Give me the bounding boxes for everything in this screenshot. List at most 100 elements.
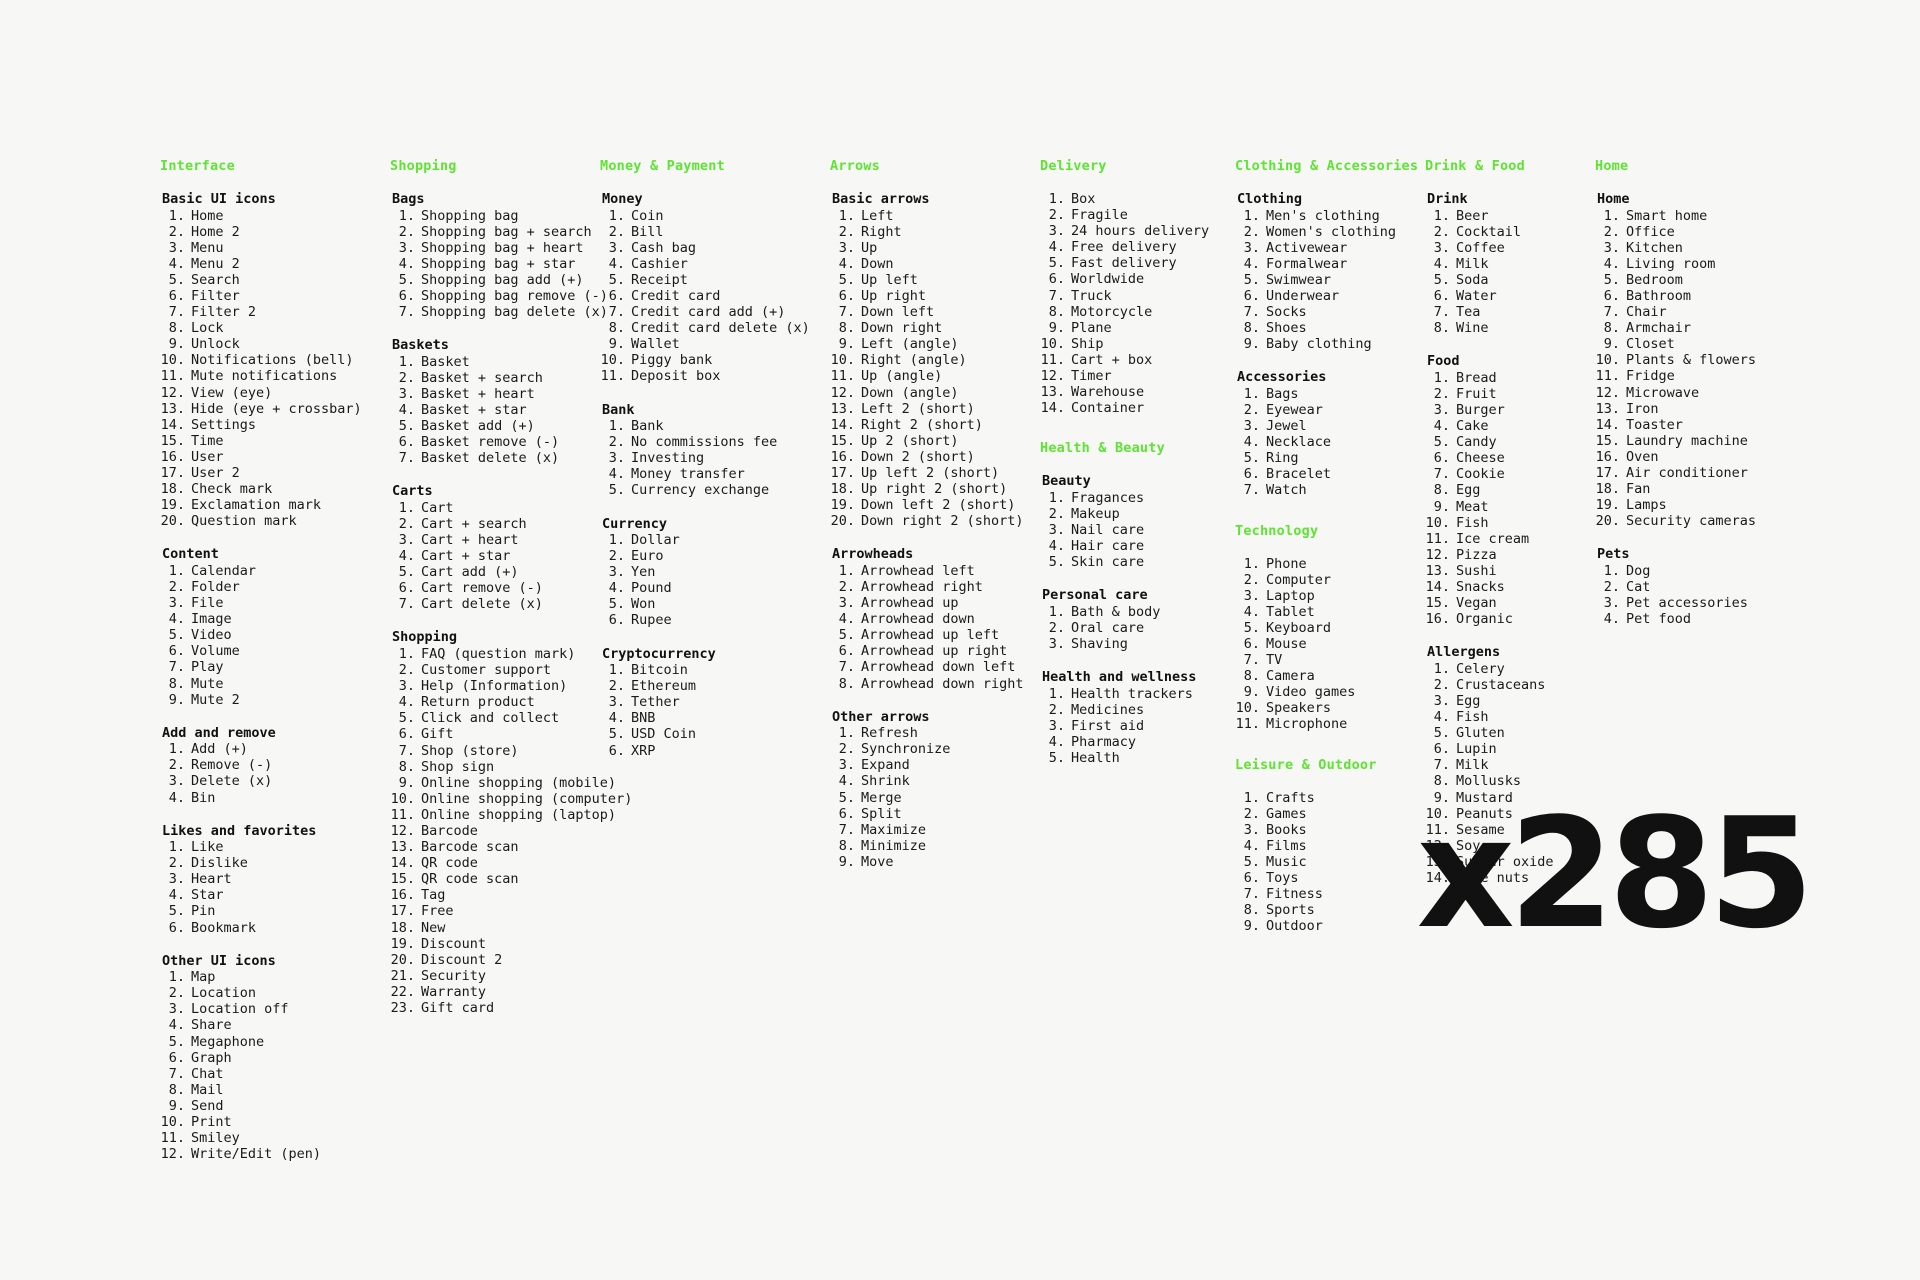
list-item: 6. Bookmark bbox=[160, 920, 390, 936]
list-item: 21. Security bbox=[390, 968, 600, 984]
category-title: Money & Payment bbox=[600, 158, 725, 174]
list-item-label: User 2 bbox=[191, 465, 240, 481]
list-item: 1. Crafts bbox=[1235, 790, 1425, 806]
group: Other arrows 1. Refresh 2. Synchronize 3. Expa… bbox=[830, 709, 1040, 870]
icon-list: 1. Coin 2. Bill 3. Cash bag 4. Cashier 5. Receipt… bbox=[600, 208, 830, 385]
list-item: 3. Nail care bbox=[1040, 522, 1235, 538]
icon-list: 1. Men's clothing 2. Women's clothing 3. Acti… bbox=[1235, 208, 1425, 353]
list-item-number: 4. bbox=[1048, 239, 1065, 256]
list-item-number: 6. bbox=[398, 434, 415, 451]
list-item: 2. Folder bbox=[160, 579, 390, 595]
list-item-number: 6. bbox=[168, 1049, 185, 1066]
list-item: 14. QR code bbox=[390, 855, 600, 871]
list-item: 6. Volume bbox=[160, 643, 390, 659]
list-item: 3. Cash bag bbox=[600, 240, 830, 256]
list-item: 2. Eyewear bbox=[1235, 402, 1425, 418]
group: 1. Crafts 2. Games 3. Books 4. Films 5. Music 6. To… bbox=[1235, 790, 1425, 935]
list-item: 13. Warehouse bbox=[1040, 384, 1235, 400]
list-item-number: 4. bbox=[168, 611, 185, 628]
list-item-number: 5. bbox=[838, 627, 855, 644]
list-item-label: Settings bbox=[191, 416, 257, 433]
list-item-number: 4. bbox=[1433, 255, 1450, 272]
list-item-label: Up bbox=[861, 239, 878, 256]
list-item: 3. Kitchen bbox=[1595, 240, 1760, 256]
list-item: 5. Ring bbox=[1235, 450, 1425, 466]
list-item-number: 5. bbox=[1243, 450, 1260, 467]
list-item: 16. User bbox=[160, 449, 390, 465]
list-item-label: Cashier bbox=[631, 255, 688, 272]
list-item: 4. Pet food bbox=[1595, 611, 1760, 627]
list-item: 10. Fish bbox=[1425, 515, 1595, 531]
list-item: 9. Outdoor bbox=[1235, 918, 1425, 934]
list-item: 4. Menu 2 bbox=[160, 256, 390, 272]
list-item: 1. FAQ (question mark) bbox=[390, 646, 600, 662]
list-item: 2. Office bbox=[1595, 224, 1760, 240]
list-item: 2. Shopping bag + search bbox=[390, 224, 600, 240]
list-item-label: Add (+) bbox=[191, 741, 248, 758]
list-item: 7. Maximize bbox=[830, 822, 1040, 838]
list-item: 8. Mute bbox=[160, 676, 390, 692]
icon-list: 1. Smart home 2. Office 3. Kitchen 4. Living ro… bbox=[1595, 208, 1760, 530]
list-item-label: Play bbox=[191, 659, 224, 676]
list-item-label: Gift bbox=[421, 726, 454, 743]
list-item-number: 3. bbox=[1433, 401, 1450, 418]
list-item-label: Closet bbox=[1626, 336, 1675, 353]
list-item: 5. Basket add (+) bbox=[390, 418, 600, 434]
icon-list: 1. Refresh 2. Synchronize 3. Expand 4. Shrink 5.… bbox=[830, 725, 1040, 870]
list-item: 7. Down left bbox=[830, 304, 1040, 320]
group: Shopping 1. FAQ (question mark) 2. Customer … bbox=[390, 629, 633, 1016]
list-item: 8. Armchair bbox=[1595, 320, 1760, 336]
list-item-label: Discount bbox=[421, 935, 487, 952]
list-item-number: 6. bbox=[838, 805, 855, 822]
group-title: Add and remove bbox=[162, 724, 276, 741]
list-item-number: 19. bbox=[390, 935, 415, 952]
list-item-label: Left (angle) bbox=[861, 336, 959, 353]
list-item-label: Arrowhead down bbox=[861, 611, 975, 628]
list-item-number: 11. bbox=[830, 368, 855, 385]
list-item-label: Pet food bbox=[1626, 611, 1692, 628]
list-item-label: Underwear bbox=[1266, 287, 1340, 304]
column-shopping: Shopping Bags 1. Shopping bag 2. Shopping bag… bbox=[390, 158, 633, 1016]
list-item: 1. Dollar bbox=[600, 532, 830, 548]
list-item-label: Sushi bbox=[1456, 562, 1497, 579]
list-item-label: Free bbox=[421, 903, 454, 920]
list-item: 10. Speakers bbox=[1235, 700, 1425, 716]
list-item: 9. Video games bbox=[1235, 684, 1425, 700]
list-item-label: Menu bbox=[191, 239, 224, 256]
list-item: 1. Home bbox=[160, 208, 390, 224]
list-item-label: Men's clothing bbox=[1266, 207, 1380, 224]
list-item-label: Women's clothing bbox=[1266, 223, 1397, 240]
list-item: 6. XRP bbox=[600, 743, 830, 759]
list-item-number: 15. bbox=[160, 432, 185, 449]
list-item-label: Shaving bbox=[1071, 635, 1128, 652]
list-item-number: 4. bbox=[608, 466, 625, 483]
list-item-number: 10. bbox=[390, 790, 415, 807]
list-item-label: Piggy bank bbox=[631, 352, 713, 369]
list-item-number: 22. bbox=[390, 983, 415, 1000]
list-item-label: Sports bbox=[1266, 902, 1315, 919]
list-item-label: Hair care bbox=[1071, 538, 1145, 555]
list-item-number: 1. bbox=[838, 207, 855, 224]
list-item-number: 10. bbox=[1425, 514, 1450, 531]
group-title: Allergens bbox=[1427, 644, 1501, 661]
icon-list: 1. Cart 2. Cart + search 3. Cart + heart 4. Car… bbox=[390, 500, 600, 613]
list-item: 2. Euro bbox=[600, 548, 830, 564]
list-item-number: 11. bbox=[160, 368, 185, 385]
list-item-number: 3. bbox=[838, 757, 855, 774]
list-item-number: 2. bbox=[398, 369, 415, 386]
list-item: 3. Coffee bbox=[1425, 240, 1595, 256]
list-item: 9. Wallet bbox=[600, 336, 830, 352]
list-item-label: Security bbox=[421, 967, 487, 984]
list-item-number: 9. bbox=[838, 853, 855, 870]
list-item: 5. Skin care bbox=[1040, 554, 1235, 570]
list-item-number: 3. bbox=[168, 1001, 185, 1018]
list-item-label: Deposit box bbox=[631, 368, 721, 385]
list-item-number: 3. bbox=[1243, 821, 1260, 838]
list-item-label: Mute notifications bbox=[191, 368, 338, 385]
icon-list: 1. Calendar 2. Folder 3. File 4. Image 5. Video 6.… bbox=[160, 563, 390, 708]
list-item-label: Dislike bbox=[191, 855, 248, 872]
list-item-number: 3. bbox=[168, 871, 185, 888]
group-title: Other arrows bbox=[832, 708, 930, 725]
list-item: 7. Arrowhead down left bbox=[830, 659, 1040, 675]
list-item-label: Basket bbox=[421, 353, 470, 370]
